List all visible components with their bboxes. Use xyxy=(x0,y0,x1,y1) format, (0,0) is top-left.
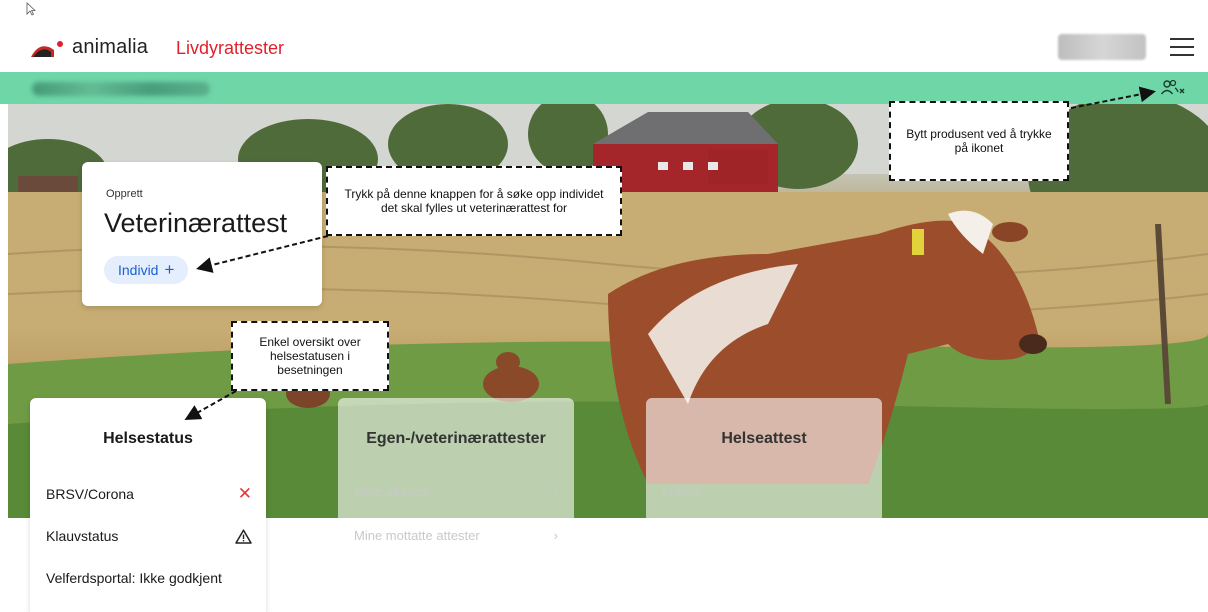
health-certificate-card: Helseattest Individ › xyxy=(646,398,882,612)
health-row-klauv[interactable]: Klauvstatus xyxy=(46,528,252,544)
health-status-title: Helsestatus xyxy=(103,430,193,447)
annotation-switch-producer: Bytt produsent ved å trykke på ikonet xyxy=(889,101,1069,181)
link-received-certificates[interactable]: Mine mottatte attester › xyxy=(354,528,558,543)
create-eyebrow: Opprett xyxy=(106,188,143,200)
producer-name-redacted xyxy=(32,82,210,96)
link-label: Mine mottatte attester xyxy=(354,528,480,543)
link-individual[interactable]: Individ › xyxy=(662,484,866,499)
add-individual-label: Individ xyxy=(118,262,159,278)
user-name-redacted[interactable] xyxy=(1058,34,1146,60)
brand-name: animalia xyxy=(72,36,149,58)
health-certificate-title: Helseattest xyxy=(721,430,807,447)
animalia-logo[interactable]: animalia xyxy=(30,36,148,59)
health-status-card: Helsestatus BRSV/Corona ✕ Klauvstatus Ve… xyxy=(30,398,266,612)
health-row-label: Velferdsportal: Ikke godkjent xyxy=(46,570,222,586)
close-icon: ✕ xyxy=(237,484,252,503)
link-my-certificates[interactable]: Mine attester › xyxy=(354,484,558,499)
warning-icon xyxy=(235,528,252,544)
chevron-right-icon: › xyxy=(553,484,558,499)
health-row-label: BRSV/Corona xyxy=(46,486,134,502)
animalia-logo-icon xyxy=(31,40,63,57)
chevron-right-icon: › xyxy=(553,528,558,543)
hamburger-menu-icon[interactable] xyxy=(1170,38,1194,58)
pointer-cursor-icon xyxy=(26,2,36,16)
health-row-velferd[interactable]: Velferdsportal: Ikke godkjent xyxy=(46,570,252,586)
add-individual-button[interactable]: Individ + xyxy=(104,256,189,284)
link-label: Individ xyxy=(662,484,700,499)
app-name: Livdyrattester xyxy=(176,38,285,58)
plus-icon: + xyxy=(164,260,175,279)
health-row-brsv[interactable]: BRSV/Corona ✕ xyxy=(46,484,252,504)
link-label: Mine attester xyxy=(354,484,430,499)
app-header: animalia Livdyrattester xyxy=(0,0,1208,72)
health-row-label: Klauvstatus xyxy=(46,528,119,544)
create-certificate-card: Opprett Veterinærattest Individ + xyxy=(82,162,322,306)
chevron-right-icon: › xyxy=(861,484,866,499)
certificates-title: Egen-/veterinærattester xyxy=(366,430,546,447)
switch-producer-icon[interactable] xyxy=(1160,79,1186,97)
annotation-individ-button: Trykk på denne knappen for å søke opp in… xyxy=(326,166,622,236)
certificates-card: Egen-/veterinærattester Mine attester › … xyxy=(338,398,574,612)
annotation-health-overview: Enkel oversikt over helsestatusen i bese… xyxy=(231,321,389,391)
create-title: Veterinærattest xyxy=(104,208,288,238)
